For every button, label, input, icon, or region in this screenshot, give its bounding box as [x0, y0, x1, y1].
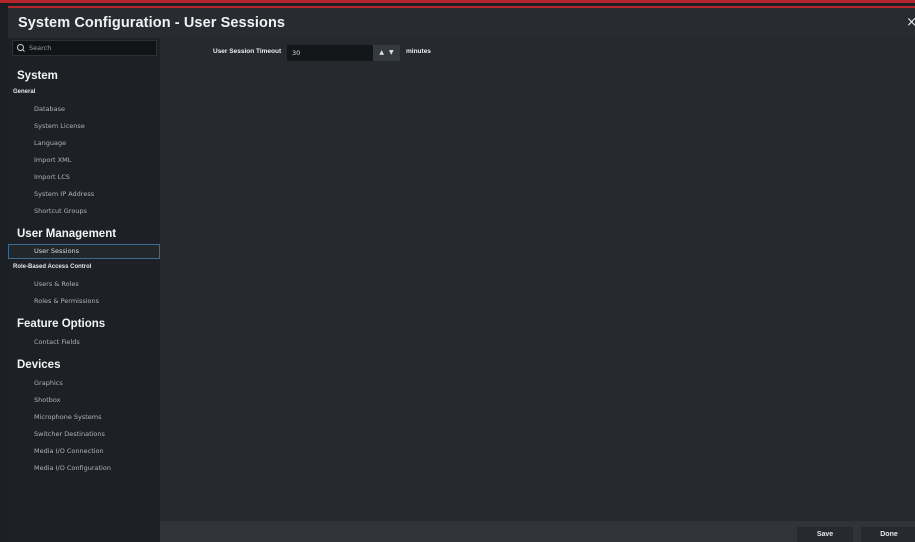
save-button[interactable]: Save	[797, 527, 853, 542]
window-header: System Configuration - User Sessions ×	[8, 6, 915, 38]
sidebar: Search System General Database System Li…	[8, 38, 160, 542]
search-box[interactable]: Search	[12, 40, 157, 56]
timeout-label: User Session Timeout	[213, 48, 282, 55]
sidebar-item-roles-permissions[interactable]: Roles & Permissions	[34, 297, 99, 305]
sidebar-item-user-sessions[interactable]: User Sessions	[8, 244, 160, 259]
search-placeholder: Search	[29, 44, 52, 52]
timeout-units: minutes	[406, 48, 431, 55]
sidebar-item-database[interactable]: Database	[34, 105, 65, 113]
subsection-general: General	[13, 89, 36, 95]
sidebar-item-microphone-systems[interactable]: Microphone Systems	[34, 413, 102, 421]
sidebar-item-import-xml[interactable]: Import XML	[34, 156, 71, 164]
sidebar-item-users-roles[interactable]: Users & Roles	[34, 280, 79, 288]
sidebar-item-import-lcs[interactable]: Import LCS	[34, 173, 70, 181]
accent-bar	[0, 0, 915, 3]
sidebar-item-shotbox[interactable]: Shotbox	[34, 396, 61, 404]
close-icon[interactable]: ×	[906, 15, 915, 30]
sidebar-item-graphics[interactable]: Graphics	[34, 379, 63, 387]
section-feature-options: Feature Options	[17, 318, 106, 330]
sidebar-item-contact-fields[interactable]: Contact Fields	[34, 338, 80, 346]
sidebar-item-system-license[interactable]: System License	[34, 122, 85, 130]
sidebar-item-shortcut-groups[interactable]: Shortcut Groups	[34, 207, 87, 215]
window-title: System Configuration - User Sessions	[18, 15, 286, 31]
done-button[interactable]: Done	[861, 527, 915, 542]
sidebar-item-media-io-configuration[interactable]: Media I/O Configuration	[34, 464, 111, 472]
timeout-stepper[interactable]: ▲ ▼	[373, 45, 400, 61]
search-icon	[17, 44, 25, 52]
sidebar-item-switcher-destinations[interactable]: Switcher Destinations	[34, 430, 105, 438]
sidebar-item-system-ip-address[interactable]: System IP Address	[34, 190, 94, 198]
sidebar-item-language[interactable]: Language	[34, 139, 66, 147]
sidebar-item-media-io-connection[interactable]: Media I/O Connection	[34, 447, 104, 455]
subsection-rbac: Role-Based Access Control	[13, 264, 92, 270]
main-panel: User Session Timeout ▲ ▼ minutes	[160, 38, 915, 521]
footer-bar: Save Done	[160, 521, 915, 542]
section-user-management: User Management	[17, 228, 117, 240]
increment-icon[interactable]: ▲	[379, 50, 384, 56]
timeout-input[interactable]	[287, 45, 373, 61]
decrement-icon[interactable]: ▼	[389, 50, 394, 56]
section-devices: Devices	[17, 359, 61, 371]
section-system: System	[17, 70, 58, 82]
